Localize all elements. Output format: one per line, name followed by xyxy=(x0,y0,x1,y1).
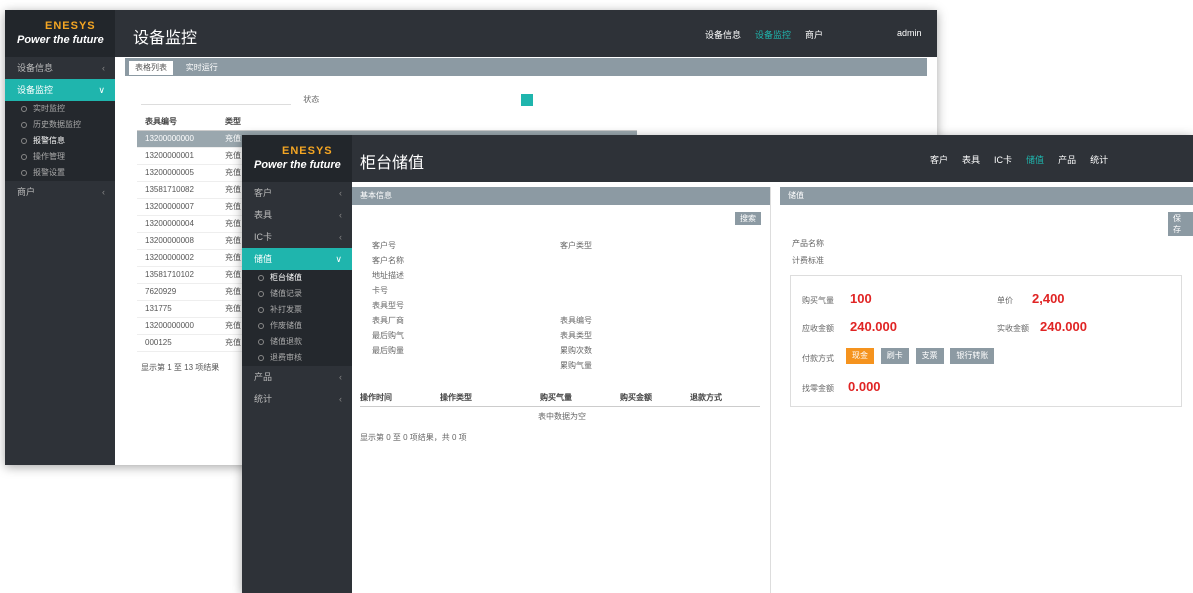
logo: ENESYS Power the future xyxy=(5,10,115,57)
pay-card-button[interactable]: 刷卡 xyxy=(880,348,909,364)
field-label: 表具编号 xyxy=(560,316,592,325)
gas-amount-input[interactable]: 100 xyxy=(850,291,872,306)
front-window: ENESYS Power the future 柜台储值 客户 表具 IC卡 储值 产品… xyxy=(242,135,1193,593)
tab-strip: 表格列表 实时运行 xyxy=(125,58,927,76)
field-label: 客户名称 xyxy=(372,256,404,265)
sidebar-subitem[interactable]: 储值记录 xyxy=(242,286,352,302)
top-bar: ENESYS Power the future 设备监控 设备信息 设备监控 商… xyxy=(5,10,937,57)
pay-transfer-button[interactable]: 银行转账 xyxy=(950,348,995,364)
empty-table-text: 表中数据为空 xyxy=(538,412,586,421)
receivable-label: 应收金额 xyxy=(802,324,834,333)
receivable-value: 240.000 xyxy=(850,319,897,334)
panel-divider xyxy=(770,187,771,593)
sidebar-item-merchant[interactable]: 商户 ‹ xyxy=(5,181,115,203)
nav-item[interactable]: 储值 xyxy=(1026,153,1044,166)
unit-price-value: 2,400 xyxy=(1032,291,1065,306)
logo: ENESYS Power the future xyxy=(242,135,352,182)
field-label: 表具厂商 xyxy=(372,316,404,325)
history-table-footer: 显示第 0 至 0 项结果，共 0 项 xyxy=(360,433,467,442)
nav-item[interactable]: 表具 xyxy=(962,153,980,166)
page-title: 设备监控 xyxy=(133,30,198,47)
search-icon[interactable] xyxy=(521,94,534,106)
field-label: 最后购量 xyxy=(372,346,404,355)
save-button[interactable]: 保存 xyxy=(1168,212,1193,236)
change-value: 0.000 xyxy=(848,379,881,394)
left-panel-header: 基本信息 xyxy=(352,187,770,205)
field-label: 地址描述 xyxy=(372,271,404,280)
gas-amount-label: 购买气量 xyxy=(802,296,834,305)
nav-item-active[interactable]: 设备监控 xyxy=(755,28,791,41)
product-label: 产品名称 xyxy=(792,239,824,248)
field-label: 卡号 xyxy=(372,286,388,295)
payment-method-label: 付款方式 xyxy=(802,354,834,363)
filter-select[interactable] xyxy=(141,95,291,106)
top-bar: ENESYS Power the future 柜台储值 客户 表具 IC卡 储值 产品… xyxy=(242,135,1193,182)
sidebar-subitem[interactable]: 实时监控 xyxy=(5,101,115,117)
received-value[interactable]: 240.000 xyxy=(1040,319,1087,334)
sidebar-subitem[interactable]: 作废储值 xyxy=(242,318,352,334)
sidebar: 设备信息 ‹ 设备监控 ∨ 实时监控 历史数据监控 报警信息 操作管理 报警设置 商… xyxy=(5,57,115,465)
nav-item[interactable]: 设备信息 xyxy=(705,28,741,41)
sidebar-item-statistics[interactable]: 统计 ‹ xyxy=(242,388,352,410)
field-label: 表具类型 xyxy=(560,331,592,340)
logo-brand: ENESYS xyxy=(282,145,333,157)
top-nav: 设备信息 设备监控 商户 admin xyxy=(705,28,922,41)
field-label: 客户号 xyxy=(372,241,396,250)
sidebar-subitem-active[interactable]: 柜台储值 xyxy=(242,270,352,286)
nav-item[interactable]: 客户 xyxy=(930,153,948,166)
sidebar-item-ic-card[interactable]: IC卡 ‹ xyxy=(242,226,352,248)
sidebar-subitem[interactable]: 报警设置 xyxy=(5,165,115,181)
field-label: 表具型号 xyxy=(372,301,404,310)
nav-item[interactable]: IC卡 xyxy=(994,153,1012,166)
page-title: 柜台储值 xyxy=(360,155,425,172)
sidebar-subitem[interactable]: 补打发票 xyxy=(242,302,352,318)
sidebar: 客户 ‹ 表具 ‹ IC卡 ‹ 储值 ∨ 柜台储值 储值记录 补打发票 作废储值 储值退… xyxy=(242,182,352,593)
right-panel-header: 储值 xyxy=(780,187,1193,205)
sidebar-item-meter[interactable]: 表具 ‹ xyxy=(242,204,352,226)
history-table-header: 操作时间 操作类型 购买气量 购买金额 退款方式 xyxy=(360,390,760,407)
price-standard-label: 计费标准 xyxy=(792,256,824,265)
sidebar-subitem-active[interactable]: 报警信息 xyxy=(5,133,115,149)
tab-table-list[interactable]: 表格列表 xyxy=(129,61,173,75)
sidebar-item-device-monitor[interactable]: 设备监控 ∨ xyxy=(5,79,115,101)
unit-price-label: 单价 xyxy=(997,296,1013,305)
nav-item[interactable]: 商户 xyxy=(805,28,823,41)
sidebar-subitem[interactable]: 操作管理 xyxy=(5,149,115,165)
received-label: 实收金额 xyxy=(997,324,1029,333)
sidebar-subitem[interactable]: 储值退款 xyxy=(242,334,352,350)
field-label: 最后购气 xyxy=(372,331,404,340)
pay-check-button[interactable]: 支票 xyxy=(915,348,944,364)
sidebar-item-device-info[interactable]: 设备信息 ‹ xyxy=(5,57,115,79)
filter-bar: 状态 xyxy=(141,94,534,106)
sidebar-item-stored-value[interactable]: 储值 ∨ xyxy=(242,248,352,270)
sidebar-item-customer[interactable]: 客户 ‹ xyxy=(242,182,352,204)
filter-status-label: 状态 xyxy=(303,95,320,105)
field-label: 累购次数 xyxy=(560,346,592,355)
pay-cash-button[interactable]: 现金 xyxy=(846,348,874,364)
sidebar-subitem[interactable]: 历史数据监控 xyxy=(5,117,115,133)
tab-realtime[interactable]: 实时运行 xyxy=(180,61,224,75)
change-label: 找零金额 xyxy=(802,384,834,393)
user-menu[interactable]: admin xyxy=(897,28,922,41)
nav-item[interactable]: 产品 xyxy=(1058,153,1076,166)
sidebar-subitem[interactable]: 退费审核 xyxy=(242,350,352,366)
table-header: 表具编号 类型 xyxy=(137,114,637,131)
nav-item[interactable]: 统计 xyxy=(1090,153,1108,166)
sidebar-item-product[interactable]: 产品 ‹ xyxy=(242,366,352,388)
logo-tagline: Power the future xyxy=(17,34,104,46)
field-label: 客户类型 xyxy=(560,241,592,250)
payment-options: 现金 刷卡 支票 银行转账 xyxy=(846,348,998,364)
search-button[interactable]: 搜索 xyxy=(735,212,761,225)
top-nav: 客户 表具 IC卡 储值 产品 统计 xyxy=(930,153,1108,166)
logo-tagline: Power the future xyxy=(254,159,341,171)
field-label: 累购气量 xyxy=(560,361,592,370)
logo-brand: ENESYS xyxy=(45,20,96,32)
